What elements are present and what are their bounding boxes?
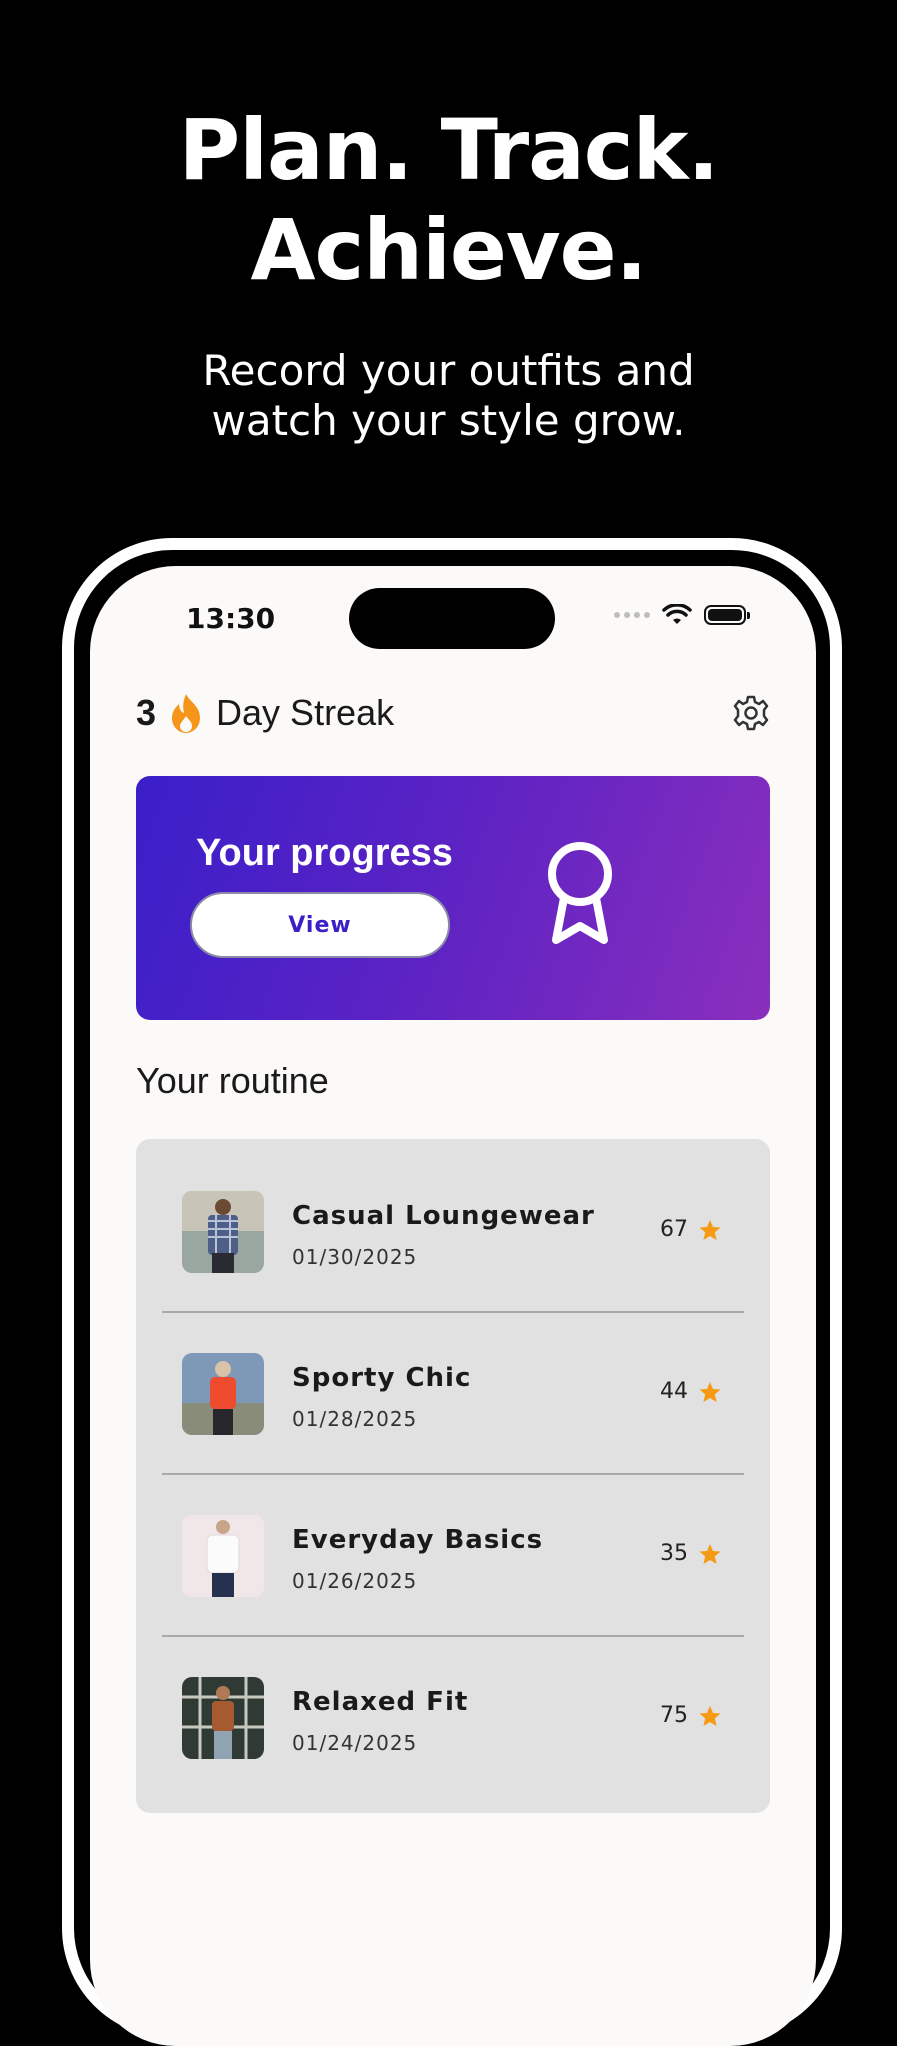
- routine-item-score-value: 35: [660, 1541, 688, 1566]
- phone-screen: 13:30 3 Day Streak Your progress View Yo…: [90, 566, 816, 2046]
- hero-subline-line1: Record your outfits and: [202, 346, 695, 395]
- routine-item-name: Relaxed Fit: [292, 1687, 469, 1717]
- streak-count: 3: [136, 692, 157, 733]
- routine-item-date: 01/24/2025: [292, 1731, 418, 1755]
- hero-subline: Record your outfits and watch your style…: [0, 346, 897, 446]
- award-ribbon-icon: [548, 842, 612, 944]
- routine-item-score-value: 44: [660, 1379, 688, 1404]
- routine-item-date: 01/26/2025: [292, 1569, 418, 1593]
- routine-item[interactable]: Casual Loungewear 01/30/2025 67: [136, 1139, 770, 1301]
- dynamic-island: [349, 588, 555, 649]
- star-icon: [699, 1543, 721, 1564]
- hero-headline-line1: Plan. Track.: [178, 101, 720, 199]
- routine-item-score: 67: [660, 1217, 722, 1242]
- routine-item-score: 44: [660, 1379, 722, 1404]
- gear-icon[interactable]: [732, 694, 770, 732]
- routine-item-score: 35: [660, 1541, 722, 1566]
- wifi-icon: [662, 604, 692, 624]
- star-icon: [699, 1219, 721, 1240]
- flame-icon: [172, 694, 201, 733]
- progress-card[interactable]: Your progress View: [136, 776, 770, 1020]
- routine-title: Your routine: [136, 1060, 329, 1101]
- status-icons: [614, 604, 750, 626]
- hero-subline-line2: watch your style grow.: [211, 396, 686, 445]
- routine-item-name: Sporty Chic: [292, 1363, 472, 1393]
- hero-headline: Plan. Track. Achieve.: [0, 100, 897, 300]
- outfit-thumbnail: [182, 1353, 264, 1435]
- routine-item[interactable]: Relaxed Fit 01/24/2025 75: [136, 1625, 770, 1787]
- routine-item-score-value: 75: [660, 1703, 688, 1728]
- streak-label: Day Streak: [216, 692, 395, 733]
- star-icon: [699, 1381, 721, 1402]
- signal-icon: [614, 612, 650, 618]
- routine-item-score-value: 67: [660, 1217, 688, 1242]
- view-progress-button[interactable]: View: [190, 892, 450, 958]
- progress-title: Your progress: [196, 832, 453, 874]
- star-icon: [699, 1705, 721, 1726]
- outfit-thumbnail: [182, 1515, 264, 1597]
- outfit-thumbnail: [182, 1677, 264, 1759]
- battery-icon: [704, 605, 750, 625]
- status-time: 13:30: [186, 602, 276, 635]
- routine-item-date: 01/28/2025: [292, 1407, 418, 1431]
- outfit-thumbnail: [182, 1191, 264, 1273]
- routine-item-date: 01/30/2025: [292, 1245, 418, 1269]
- routine-item-score: 75: [660, 1703, 722, 1728]
- routine-item-name: Casual Loungewear: [292, 1201, 595, 1231]
- streak-row: 3 Day Streak: [136, 692, 394, 734]
- hero-headline-line2: Achieve.: [250, 201, 647, 299]
- routine-item[interactable]: Everyday Basics 01/26/2025 35: [136, 1463, 770, 1625]
- routine-item[interactable]: Sporty Chic 01/28/2025 44: [136, 1301, 770, 1463]
- routine-list: Casual Loungewear 01/30/2025 67 Sporty C…: [136, 1139, 770, 1813]
- routine-item-name: Everyday Basics: [292, 1525, 544, 1555]
